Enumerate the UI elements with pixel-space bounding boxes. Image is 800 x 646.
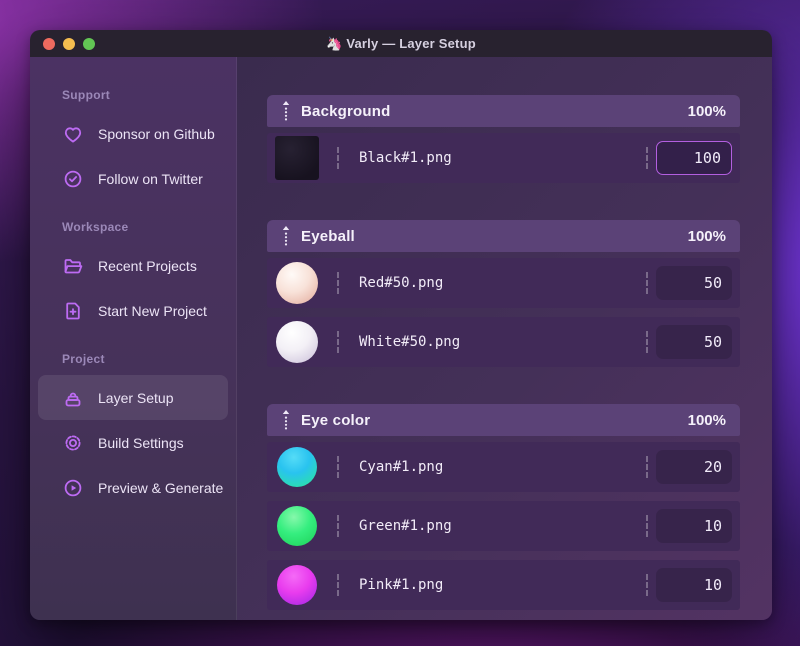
divider [337,272,339,294]
divider [646,456,648,478]
sidebar-section-project: Project Layer Setup Build Settings Previ… [30,351,236,510]
sidebar-item-label: Layer Setup [98,389,174,406]
file-plus-icon [62,300,84,322]
section-label-project: Project [62,352,105,366]
sidebar-item-label: Recent Projects [98,257,197,274]
desktop-background: 🦄 Varly — Layer Setup Support Sponsor on… [0,0,800,646]
section-label-workspace: Workspace [62,220,129,234]
sidebar-item-label: Start New Project [98,302,207,319]
layer-weight-input[interactable] [656,325,732,359]
sidebar-item-layer-setup[interactable]: Layer Setup [38,375,228,420]
sidebar-item-label: Follow on Twitter [98,170,203,187]
section-label-support: Support [62,88,111,102]
group-opacity: 100% [687,227,726,245]
layer-weight-input[interactable] [656,568,732,602]
layer-thumbnail-white-sphere [275,320,319,364]
layer-thumbnail-red-sphere [275,261,319,305]
layer-thumbnail-pink-sphere [275,563,319,607]
minimize-button[interactable] [63,37,75,50]
group-title: Eye color [301,411,371,429]
group-title: Background [301,102,391,120]
divider [646,331,648,353]
heart-icon [62,123,84,145]
layer-row-cyan: Cyan#1.png [267,442,740,492]
zoom-button[interactable] [83,37,95,50]
gear-icon [62,432,84,454]
layer-file-name: Black#1.png [359,150,452,166]
traffic-lights [43,30,95,57]
layer-row-green: Green#1.png [267,501,740,551]
layer-row-red: Red#50.png [267,258,740,308]
drag-handle-icon[interactable] [281,225,291,247]
divider [337,515,339,537]
divider [646,272,648,294]
layer-weight-input[interactable] [656,509,732,543]
sidebar-section-support: Support Sponsor on Github Follow on Twit… [30,87,236,201]
layer-file-name: Red#50.png [359,275,444,291]
sidebar-item-label: Preview & Generate [98,479,224,496]
divider [337,147,339,169]
divider [646,574,648,596]
divider [337,331,339,353]
layers-icon [62,387,84,409]
layer-file-name: Cyan#1.png [359,459,444,475]
layer-thumbnail-cyan-sphere [275,445,319,489]
sidebar-item-recent-projects[interactable]: Recent Projects [38,243,228,288]
group-header[interactable]: Eye color 100% [267,404,740,436]
layer-thumbnail-black [275,136,319,180]
divider [337,456,339,478]
layer-thumbnail-green-sphere [275,504,319,548]
sidebar-item-follow-on-twitter[interactable]: Follow on Twitter [38,156,228,201]
sidebar-item-preview-generate[interactable]: Preview & Generate [38,465,228,510]
layer-file-name: White#50.png [359,334,461,350]
play-circle-icon [62,477,84,499]
divider [646,147,648,169]
group-header[interactable]: Eyeball 100% [267,220,740,252]
badge-check-icon [62,168,84,190]
divider [646,515,648,537]
layer-file-name: Green#1.png [359,518,452,534]
sidebar-section-workspace: Workspace Recent Projects Start New Proj… [30,219,236,333]
group-title: Eyeball [301,227,355,245]
app-window: 🦄 Varly — Layer Setup Support Sponsor on… [30,30,772,620]
layer-weight-input[interactable] [656,450,732,484]
layer-weight-input[interactable] [656,141,732,175]
layer-setup-panel: Background 100% Black#1.png 100 Eyeball … [237,57,772,620]
title-bar[interactable]: 🦄 Varly — Layer Setup [30,30,772,57]
sidebar-item-sponsor-on-github[interactable]: Sponsor on Github [38,111,228,156]
sidebar-item-build-settings[interactable]: Build Settings [38,420,228,465]
layer-row-pink: Pink#1.png [267,560,740,610]
layer-group-eye-color: Eye color 100% Cyan#1.png Gre [267,404,740,610]
folder-open-icon [62,255,84,277]
group-header[interactable]: Background 100% [267,95,740,127]
group-opacity: 100% [687,411,726,429]
sidebar-item-start-new-project[interactable]: Start New Project [38,288,228,333]
drag-handle-icon[interactable] [281,100,291,122]
layer-row-white: White#50.png [267,317,740,367]
layer-group-background: Background 100% Black#1.png [267,95,740,183]
window-title: 🦄 Varly — Layer Setup [326,35,476,51]
layer-group-eyeball: Eyeball 100% Red#50.png White [267,220,740,367]
sidebar-item-label: Build Settings [98,434,184,451]
group-opacity: 100% [687,102,726,120]
layer-weight-input[interactable] [656,266,732,300]
layer-file-name: Pink#1.png [359,577,444,593]
sidebar-item-label: Sponsor on Github [98,125,215,142]
close-button[interactable] [43,37,55,50]
divider [337,574,339,596]
drag-handle-icon[interactable] [281,409,291,431]
layer-row-black: Black#1.png [267,133,740,183]
sidebar: Support Sponsor on Github Follow on Twit… [30,57,237,620]
